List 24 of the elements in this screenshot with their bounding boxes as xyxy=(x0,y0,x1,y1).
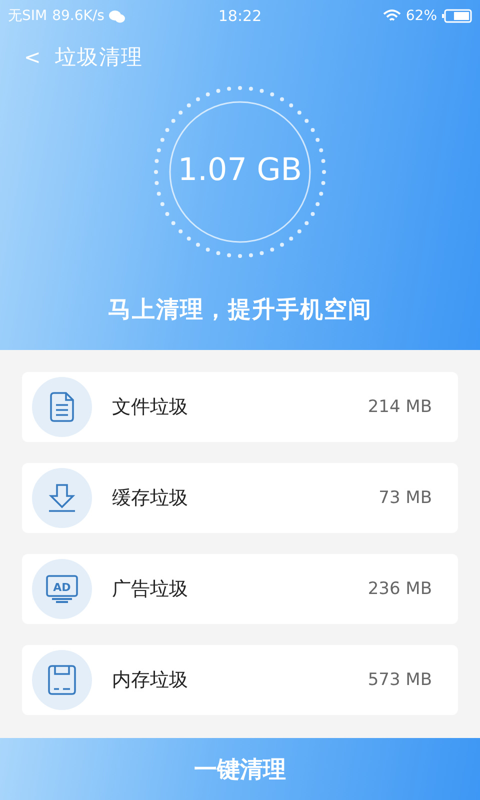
junk-category-card[interactable]: 文件垃圾 214 MB xyxy=(22,372,458,442)
junk-size: 1.07 GB xyxy=(178,152,302,188)
battery-icon xyxy=(442,9,472,23)
junk-category-card[interactable]: AD 广告垃圾 236 MB xyxy=(22,554,458,624)
clock-time: 18:22 xyxy=(218,7,262,25)
category-name: 内存垃圾 xyxy=(112,668,189,693)
carrier-text: 无SIM xyxy=(8,7,48,25)
clean-caption: 马上清理，提升手机空间 xyxy=(107,296,373,325)
category-size: 73 MB xyxy=(378,488,432,508)
page-title: 垃圾清理 xyxy=(54,44,143,71)
junk-category-card[interactable]: 缓存垃圾 73 MB xyxy=(22,463,458,533)
category-name: 缓存垃圾 xyxy=(112,486,189,511)
download-icon xyxy=(47,483,77,513)
document-icon xyxy=(50,392,74,422)
battery-percent: 62% xyxy=(406,8,438,24)
network-speed: 89.6K/s xyxy=(52,8,104,24)
chat-bubbles-icon xyxy=(109,10,126,22)
category-size: 573 MB xyxy=(368,670,432,690)
junk-category-card[interactable]: 内存垃圾 573 MB xyxy=(22,645,458,715)
category-size: 214 MB xyxy=(368,397,432,417)
category-name: 文件垃圾 xyxy=(112,395,189,420)
category-size: 236 MB xyxy=(368,579,432,599)
wifi-icon xyxy=(382,9,401,23)
category-name: 广告垃圾 xyxy=(112,577,189,602)
